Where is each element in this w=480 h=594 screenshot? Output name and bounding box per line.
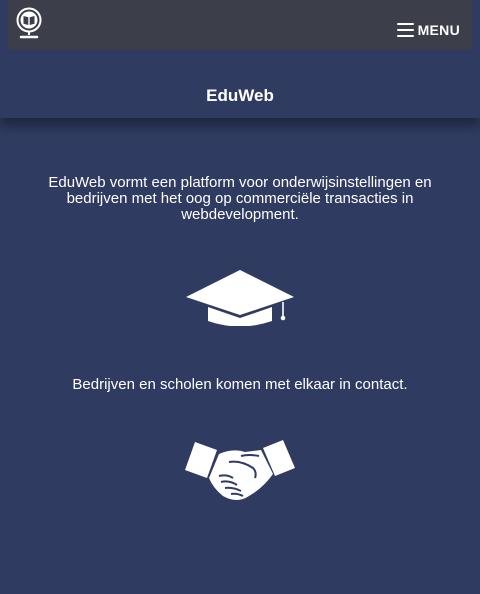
navbar: MENU (8, 0, 472, 50)
menu-button[interactable]: MENU (396, 20, 460, 40)
page: MENU EduWeb EduWeb vormt een platform vo… (0, 0, 480, 594)
hamburger-icon (396, 23, 414, 37)
book-globe-icon[interactable] (15, 7, 45, 41)
menu-label: MENU (417, 22, 460, 38)
title-bar: EduWeb (0, 50, 480, 118)
contact-text: Bedrijven en scholen komen met elkaar in… (72, 376, 408, 393)
page-title: EduWeb (206, 86, 274, 105)
intro-text: EduWeb vormt een platform voor onderwijs… (48, 174, 432, 223)
handshake-icon (183, 438, 297, 504)
graduation-cap-icon (184, 268, 296, 327)
